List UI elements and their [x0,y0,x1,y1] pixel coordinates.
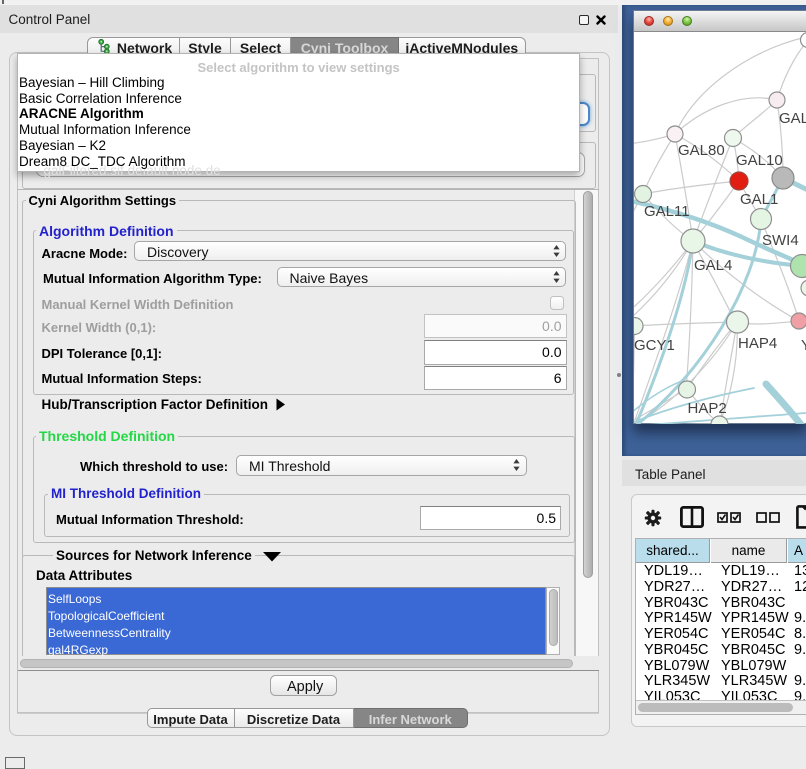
svg-text:GAL1: GAL1 [740,191,778,208]
svg-text:GAL11: GAL11 [644,203,690,220]
svg-text:GAL80: GAL80 [678,142,725,159]
svg-text:GAL8: GAL8 [779,110,806,127]
svg-text:GAL4: GAL4 [694,257,732,274]
svg-text:SWI4: SWI4 [762,232,799,249]
svg-text:HAP2: HAP2 [687,400,726,417]
svg-text:YEL: YEL [801,337,806,354]
svg-text:GAL10: GAL10 [736,152,783,169]
svg-text:GCY1: GCY1 [634,337,675,354]
svg-text:HAP4: HAP4 [738,335,777,352]
